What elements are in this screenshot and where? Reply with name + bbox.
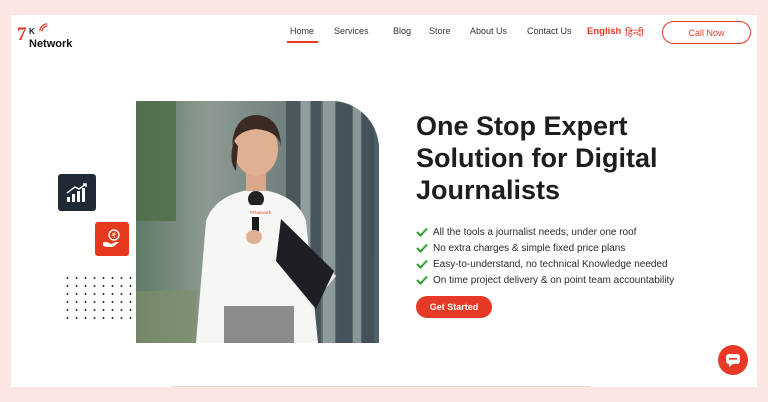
footer-divider [171, 386, 591, 387]
dot-pattern [63, 274, 135, 324]
feature-item: No extra charges & simple fixed price pl… [416, 240, 674, 256]
nav-services[interactable]: Services [334, 26, 369, 36]
feature-list: All the tools a journalist needs, under … [416, 224, 674, 288]
feature-text: On time project delivery & on point team… [433, 274, 675, 286]
logo-k: K [29, 27, 35, 36]
feature-item: All the tools a journalist needs, under … [416, 224, 674, 240]
check-icon [416, 227, 428, 237]
logo-seven: 7 [17, 24, 27, 45]
page-card: 7 K Network Home Services Blog Store Abo… [11, 15, 757, 387]
nav-home[interactable]: Home [290, 26, 314, 36]
svg-text:₹: ₹ [112, 232, 117, 240]
signal-icon [39, 23, 48, 32]
feature-item: On time project delivery & on point team… [416, 272, 674, 288]
hero-headline: One Stop Expert Solution for Digital Jou… [416, 110, 716, 206]
nav-active-indicator [287, 41, 318, 43]
brand-logo[interactable]: 7 K Network [17, 23, 81, 53]
check-icon [416, 243, 428, 253]
feature-text: No extra charges & simple fixed price pl… [433, 242, 626, 254]
feature-text: Easy-to-understand, no technical Knowled… [433, 258, 668, 270]
lang-english[interactable]: English [587, 26, 621, 37]
rupee-hand-icon: ₹ [103, 229, 120, 247]
feature-item: Easy-to-understand, no technical Knowled… [416, 256, 674, 272]
hero-photo-journalist: 7KNetwork [136, 101, 379, 343]
headline-line-2: Solution for Digital [416, 143, 658, 173]
nav-contact-us[interactable]: Contact Us [527, 26, 572, 36]
money-tile: ₹ [95, 222, 129, 256]
chart-tile [58, 174, 96, 211]
check-icon [416, 275, 428, 285]
nav-blog[interactable]: Blog [393, 26, 411, 36]
nav-about-us[interactable]: About Us [470, 26, 507, 36]
call-now-button[interactable]: Call Now [662, 21, 751, 44]
journalist-illustration: 7KNetwork [136, 101, 379, 343]
bar-chart-growth-icon [66, 182, 87, 202]
headline-line-3: Journalists [416, 175, 561, 205]
logo-network: Network [29, 38, 73, 50]
mic-flag-text: 7KNetwork [249, 210, 272, 215]
feature-text: All the tools a journalist needs, under … [433, 226, 637, 238]
chat-bubble-icon [726, 353, 740, 367]
chat-widget-button[interactable] [718, 345, 748, 375]
nav-store[interactable]: Store [429, 26, 451, 36]
headline-line-1: One Stop Expert [416, 111, 628, 141]
check-icon [416, 259, 428, 269]
lang-hindi[interactable]: हिन्दी [625, 25, 644, 39]
get-started-button[interactable]: Get Started [416, 296, 492, 318]
